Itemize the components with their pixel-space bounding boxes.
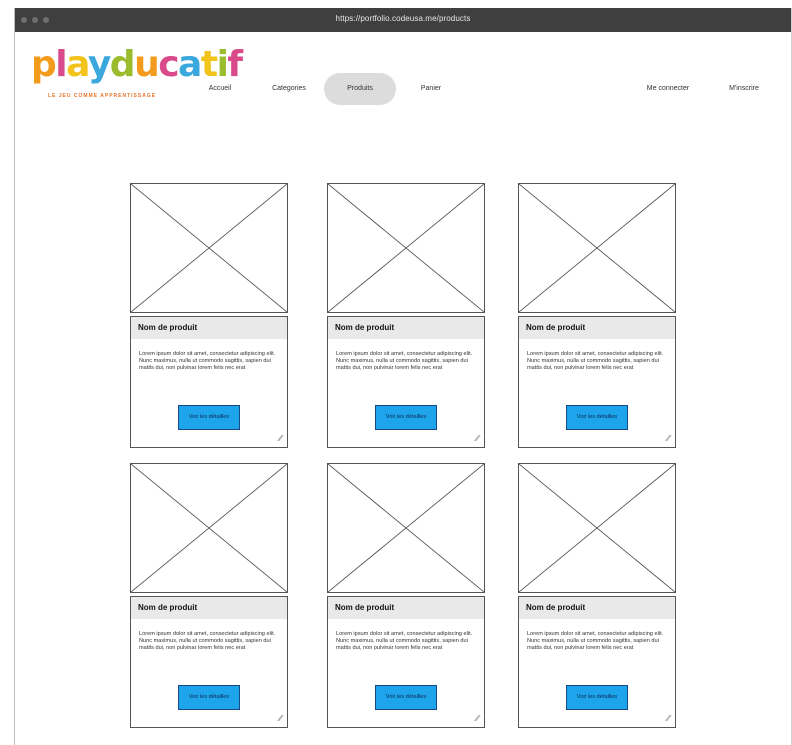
product-card-2: Nom de produit Lorem ipsum dolor sit ame…: [327, 183, 485, 448]
product-card-body: Nom de produit Lorem ipsum dolor sit ame…: [518, 316, 676, 448]
nav-label: Accueil: [208, 85, 232, 92]
product-description: Lorem ipsum dolor sit amet, consectetur …: [527, 351, 664, 371]
image-placeholder-icon: [328, 464, 484, 592]
resize-handle-icon: ⁄⁄: [667, 714, 670, 723]
login-link[interactable]: Me connecter: [637, 73, 699, 105]
product-card-body: Nom de produit Lorem ipsum dolor sit ame…: [327, 316, 485, 448]
nav-produits[interactable]: Produits: [324, 73, 396, 105]
resize-handle-icon: ⁄⁄: [667, 434, 670, 443]
product-card-body: Nom de produit Lorem ipsum dolor sit ame…: [327, 596, 485, 728]
view-details-button[interactable]: Voir les détailles: [566, 685, 628, 710]
resize-handle-icon: ⁄⁄: [476, 434, 479, 443]
view-details-button[interactable]: Voir les détailles: [566, 405, 628, 430]
product-description: Lorem ipsum dolor sit amet, consectetur …: [336, 631, 473, 651]
product-title: Nom de produit: [519, 597, 675, 619]
product-image-placeholder: [130, 183, 288, 313]
nav-categories[interactable]: Categories: [263, 73, 315, 105]
product-card-body: Nom de produit Lorem ipsum dolor sit ame…: [518, 596, 676, 728]
browser-titlebar: https://portfolio.codeusa.me/products: [15, 8, 791, 32]
nav-accueil[interactable]: Accueil: [198, 73, 242, 105]
resize-handle-icon: ⁄⁄: [279, 434, 282, 443]
logo-letter: l: [55, 44, 67, 85]
product-card-5: Nom de produit Lorem ipsum dolor sit ame…: [327, 463, 485, 728]
product-description: Lorem ipsum dolor sit amet, consectetur …: [527, 631, 664, 651]
view-details-button[interactable]: Voir les détailles: [375, 405, 437, 430]
product-card-6: Nom de produit Lorem ipsum dolor sit ame…: [518, 463, 676, 728]
product-card-4: Nom de produit Lorem ipsum dolor sit ame…: [130, 463, 288, 728]
view-details-button[interactable]: Voir les détailles: [178, 405, 240, 430]
browser-window: https://portfolio.codeusa.me/products pl…: [14, 8, 792, 745]
product-description: Lorem ipsum dolor sit amet, consectetur …: [139, 631, 276, 651]
product-card-body: Nom de produit Lorem ipsum dolor sit ame…: [130, 596, 288, 728]
product-image-placeholder: [327, 463, 485, 593]
logo-letter: c: [158, 44, 179, 85]
product-image-placeholder: [327, 183, 485, 313]
product-image-placeholder: [130, 463, 288, 593]
nav-label: Produits: [347, 85, 373, 92]
address-bar-url[interactable]: https://portfolio.codeusa.me/products: [15, 14, 791, 23]
product-title: Nom de produit: [328, 317, 484, 339]
product-description: Lorem ipsum dolor sit amet, consectetur …: [336, 351, 473, 371]
logo-letter: d: [109, 44, 136, 85]
nav-panier[interactable]: Panier: [411, 73, 451, 105]
product-card-body: Nom de produit Lorem ipsum dolor sit ame…: [130, 316, 288, 448]
signup-link[interactable]: M'inscrire: [719, 73, 769, 105]
product-image-placeholder: [518, 183, 676, 313]
product-title: Nom de produit: [131, 317, 287, 339]
logo-letter: u: [134, 44, 160, 85]
view-details-button[interactable]: Voir les détailles: [375, 685, 437, 710]
image-placeholder-icon: [519, 184, 675, 312]
product-title: Nom de produit: [328, 597, 484, 619]
view-details-button[interactable]: Voir les détailles: [178, 685, 240, 710]
resize-handle-icon: ⁄⁄: [279, 714, 282, 723]
resize-handle-icon: ⁄⁄: [476, 714, 479, 723]
product-description: Lorem ipsum dolor sit amet, consectetur …: [139, 351, 276, 371]
site-logo[interactable]: playducatif LE JEU COMME APPRENTISSAGE: [31, 44, 243, 107]
product-title: Nom de produit: [131, 597, 287, 619]
logo-letter: a: [66, 44, 89, 85]
logo-letter: y: [87, 44, 111, 85]
nav-label: Panier: [420, 85, 442, 92]
product-title: Nom de produit: [519, 317, 675, 339]
product-card-1: Nom de produit Lorem ipsum dolor sit ame…: [130, 183, 288, 448]
image-placeholder-icon: [131, 464, 287, 592]
image-placeholder-icon: [328, 184, 484, 312]
product-card-3: Nom de produit Lorem ipsum dolor sit ame…: [518, 183, 676, 448]
nav-label: Categories: [272, 85, 306, 92]
logo-tagline: LE JEU COMME APPRENTISSAGE: [48, 93, 157, 99]
image-placeholder-icon: [519, 464, 675, 592]
product-image-placeholder: [518, 463, 676, 593]
logo-letter: p: [31, 44, 57, 85]
image-placeholder-icon: [131, 184, 287, 312]
